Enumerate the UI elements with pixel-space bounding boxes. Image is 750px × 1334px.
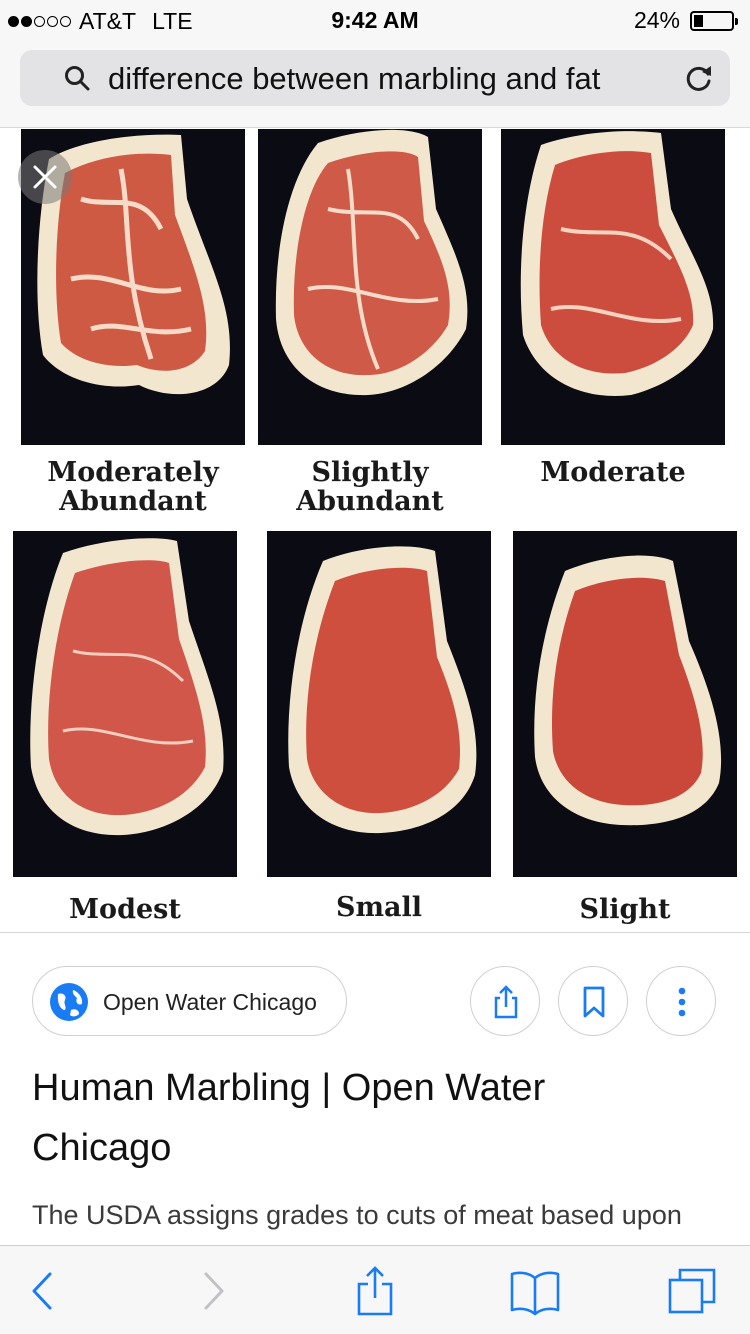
steak-photo bbox=[258, 129, 482, 445]
back-button[interactable] bbox=[16, 1264, 70, 1318]
steak-photo bbox=[513, 531, 737, 877]
reload-icon[interactable] bbox=[684, 63, 714, 93]
result-title[interactable]: Human Marbling | Open Water Chicago bbox=[32, 1058, 692, 1178]
forward-icon bbox=[204, 1272, 224, 1310]
back-icon bbox=[32, 1272, 52, 1310]
source-name: Open Water Chicago bbox=[103, 989, 317, 1015]
bookmarks-button[interactable] bbox=[508, 1264, 562, 1318]
bookmark-icon bbox=[583, 986, 605, 1018]
close-button[interactable] bbox=[18, 150, 72, 204]
share-icon bbox=[357, 1266, 393, 1316]
grade-label: Moderate bbox=[540, 457, 686, 488]
bookmarks-icon bbox=[510, 1271, 560, 1316]
status-bar: AT&T LTE 9:42 AM 24% bbox=[0, 0, 750, 40]
address-bar-area: difference between marbling and fat bbox=[0, 40, 750, 128]
grade-label: Modest bbox=[69, 894, 181, 925]
grade-label: Slight bbox=[579, 894, 671, 925]
bottom-toolbar bbox=[0, 1245, 750, 1334]
share-button[interactable] bbox=[470, 966, 540, 1036]
steak-photo bbox=[267, 531, 491, 877]
search-query[interactable]: difference between marbling and fat bbox=[108, 61, 600, 97]
tabs-button[interactable] bbox=[666, 1264, 720, 1318]
more-icon bbox=[678, 987, 686, 1017]
battery-percent: 24% bbox=[633, 7, 680, 33]
tabs-icon bbox=[668, 1268, 716, 1314]
more-button[interactable] bbox=[646, 966, 716, 1036]
divider bbox=[0, 932, 750, 933]
share-button[interactable] bbox=[348, 1264, 402, 1318]
bookmark-button[interactable] bbox=[558, 966, 628, 1036]
address-bar[interactable]: difference between marbling and fat bbox=[20, 50, 730, 106]
grade-label: Slightly Abundant bbox=[296, 457, 444, 517]
forward-button[interactable] bbox=[186, 1264, 240, 1318]
battery-status: 24% bbox=[633, 7, 738, 34]
grade-label: Small bbox=[335, 892, 423, 923]
steak-photo bbox=[501, 129, 725, 445]
source-chip[interactable]: Open Water Chicago bbox=[32, 966, 347, 1036]
result-snippet: The USDA assigns grades to cuts of meat … bbox=[32, 1200, 682, 1230]
close-icon bbox=[33, 165, 57, 189]
share-icon bbox=[494, 985, 518, 1019]
globe-icon bbox=[50, 983, 88, 1021]
search-icon bbox=[65, 66, 90, 91]
steak-photo bbox=[13, 531, 237, 877]
grade-label: Moderately Abundant bbox=[47, 457, 219, 517]
battery-icon bbox=[690, 10, 738, 31]
image-viewer[interactable]: Moderately Abundant Slightly Abundant Mo… bbox=[0, 129, 750, 931]
